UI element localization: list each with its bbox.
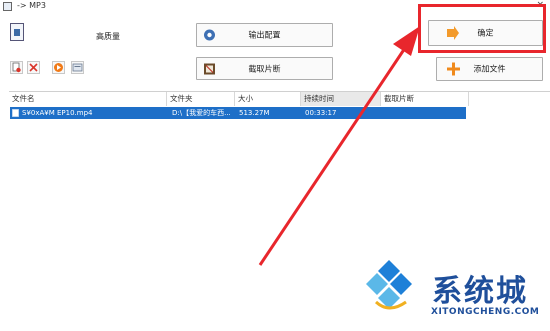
watermark-text: 系统城 — [432, 274, 528, 309]
watermark-logo-icon — [366, 260, 412, 310]
watermark-url: XITONGCHENG.COM — [431, 307, 540, 317]
